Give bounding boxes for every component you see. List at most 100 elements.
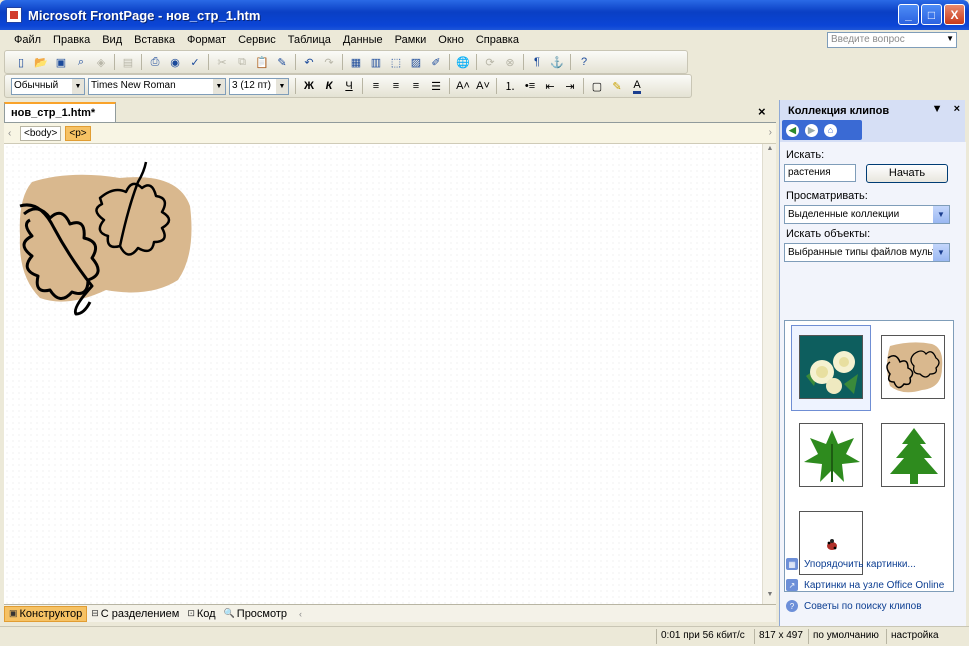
paste-icon[interactable]: 📋	[252, 53, 272, 71]
chevron-left-icon[interactable]: ‹	[8, 128, 20, 139]
drawing-icon[interactable]: ✐	[426, 53, 446, 71]
insert-layer-icon[interactable]: ⬚	[386, 53, 406, 71]
close-button[interactable]: X	[944, 4, 965, 25]
print-icon[interactable]: ⎙	[145, 53, 165, 71]
search-input[interactable]: растения	[784, 164, 856, 182]
green-leaf-clip[interactable]	[799, 423, 863, 487]
decrease-font-icon[interactable]: A˅	[473, 77, 493, 95]
save-icon[interactable]: ▣	[51, 53, 71, 71]
back-icon[interactable]: ◀	[786, 123, 799, 137]
horizontal-scroll-left-icon[interactable]: ‹	[299, 609, 302, 619]
tab-preview[interactable]: 🔍 Просмотр	[220, 607, 291, 621]
spelling-icon[interactable]: ✓	[185, 53, 205, 71]
increase-font-icon[interactable]: A˄	[453, 77, 473, 95]
help-icon[interactable]: ?	[574, 53, 594, 71]
undo-icon[interactable]: ↶	[299, 53, 319, 71]
search-icon[interactable]: ⌕	[71, 53, 91, 71]
refresh-icon[interactable]: ⟳	[480, 53, 500, 71]
tab-code[interactable]: ⊡ Код	[183, 607, 219, 621]
scroll-down-icon[interactable]: ▼	[764, 591, 776, 603]
italic-button[interactable]: К	[319, 77, 339, 95]
document-tab[interactable]: нов_стр_1.htm*	[4, 102, 116, 122]
ask-dropdown-icon[interactable]: ▼	[946, 34, 954, 43]
vertical-scrollbar[interactable]: ▲ ▼	[762, 144, 776, 604]
tab-design[interactable]: ▣ Конструктор	[4, 605, 88, 622]
scroll-up-icon[interactable]: ▲	[764, 145, 776, 157]
menu-insert[interactable]: Вставка	[128, 34, 181, 46]
chevron-down-icon[interactable]: ▼	[276, 78, 288, 94]
tag-body[interactable]: <body>	[20, 125, 62, 141]
frontpage-app-icon[interactable]	[6, 7, 22, 23]
preview-icon[interactable]: ◉	[165, 53, 185, 71]
new-page-icon[interactable]: ▯	[11, 53, 31, 71]
decrease-indent-icon[interactable]: ⇤	[540, 77, 560, 95]
menu-tools[interactable]: Сервис	[232, 34, 282, 46]
roses-clip[interactable]	[799, 335, 863, 399]
copy-icon[interactable]: ⧉	[232, 53, 252, 71]
underline-button[interactable]: Ч	[339, 77, 359, 95]
menu-window[interactable]: Окно	[432, 34, 470, 46]
redo-icon[interactable]: ↷	[319, 53, 339, 71]
menu-help[interactable]: Справка	[470, 34, 525, 46]
borders-icon[interactable]: ▢	[587, 77, 607, 95]
menu-format[interactable]: Формат	[181, 34, 232, 46]
tag-p[interactable]: <p>	[65, 125, 91, 141]
browse-select[interactable]: Выделенные коллекции ▼	[784, 205, 950, 224]
tab-split[interactable]: ⊟ С разделением	[87, 607, 183, 621]
menu-view[interactable]: Вид	[96, 34, 128, 46]
leaves-clip[interactable]	[881, 335, 945, 399]
forward-icon[interactable]: ▶	[805, 123, 818, 137]
justify-icon[interactable]: ☰	[426, 77, 446, 95]
font-size-select[interactable]: 3 (12 пт) ▼	[229, 77, 289, 95]
menu-table[interactable]: Таблица	[282, 34, 337, 46]
align-center-icon[interactable]: ≡	[386, 77, 406, 95]
chevron-down-icon[interactable]: ▼	[213, 78, 225, 94]
find-objects-select[interactable]: Выбранные типы файлов мульт ▼	[784, 243, 950, 262]
cut-icon[interactable]: ✂	[212, 53, 232, 71]
numbered-list-icon[interactable]: ⒈	[500, 77, 520, 95]
bulleted-list-icon[interactable]: •≡	[520, 77, 540, 95]
stop-icon[interactable]: ⊗	[500, 53, 520, 71]
task-pane-menu-icon[interactable]: ▼	[932, 103, 943, 115]
tree-clip[interactable]	[881, 423, 945, 487]
align-left-icon[interactable]: ≡	[366, 77, 386, 95]
ask-question-input[interactable]: Введите вопрос ▼	[827, 32, 957, 48]
minimize-button[interactable]: _	[898, 4, 919, 25]
highlight-icon[interactable]: ✎	[607, 77, 627, 95]
increase-indent-icon[interactable]: ⇥	[560, 77, 580, 95]
home-icon[interactable]: ⌂	[824, 123, 837, 137]
insert-picture-icon[interactable]: ▨	[406, 53, 426, 71]
bold-button[interactable]: Ж	[299, 77, 319, 95]
organize-clips-link[interactable]: ▦ Упорядочить картинки...	[786, 558, 916, 570]
close-document-icon[interactable]: ×	[758, 104, 766, 119]
status-mode[interactable]: по умолчанию	[808, 629, 883, 644]
publish-icon[interactable]: ◈	[91, 53, 111, 71]
font-select[interactable]: Times New Roman ▼	[88, 77, 226, 95]
show-all-icon[interactable]: ¶	[527, 53, 547, 71]
hyperlink-icon[interactable]: 🌐	[453, 53, 473, 71]
design-canvas[interactable]	[4, 144, 762, 604]
chevron-down-icon[interactable]: ▼	[72, 78, 84, 94]
status-settings[interactable]: настройка	[886, 629, 943, 644]
chevron-down-icon[interactable]: ▼	[933, 206, 949, 223]
menu-file[interactable]: Файл	[8, 34, 47, 46]
chevron-down-icon[interactable]: ▼	[933, 244, 949, 261]
chevron-right-icon[interactable]: ›	[769, 127, 772, 138]
start-search-button[interactable]: Начать	[866, 164, 948, 183]
font-color-icon[interactable]: A	[627, 77, 647, 95]
format-painter-icon[interactable]: ✎	[272, 53, 292, 71]
menu-data[interactable]: Данные	[337, 34, 389, 46]
office-online-link[interactable]: ↗ Картинки на узле Office Online	[786, 579, 944, 591]
maximize-button[interactable]: □	[921, 4, 942, 25]
task-pane-close-icon[interactable]: ×	[954, 103, 960, 115]
toggle-pane-icon[interactable]: ▤	[118, 53, 138, 71]
search-tips-link[interactable]: ? Советы по поиску клипов	[786, 600, 922, 612]
menu-edit[interactable]: Правка	[47, 34, 96, 46]
menu-frames[interactable]: Рамки	[389, 34, 433, 46]
leaves-clipart[interactable]	[10, 158, 200, 328]
open-folder-icon[interactable]: 📂	[31, 53, 51, 71]
web-component-icon[interactable]: ▦	[346, 53, 366, 71]
anchor-icon[interactable]: ⚓	[547, 53, 567, 71]
align-right-icon[interactable]: ≡	[406, 77, 426, 95]
style-select[interactable]: Обычный ▼	[11, 77, 85, 95]
